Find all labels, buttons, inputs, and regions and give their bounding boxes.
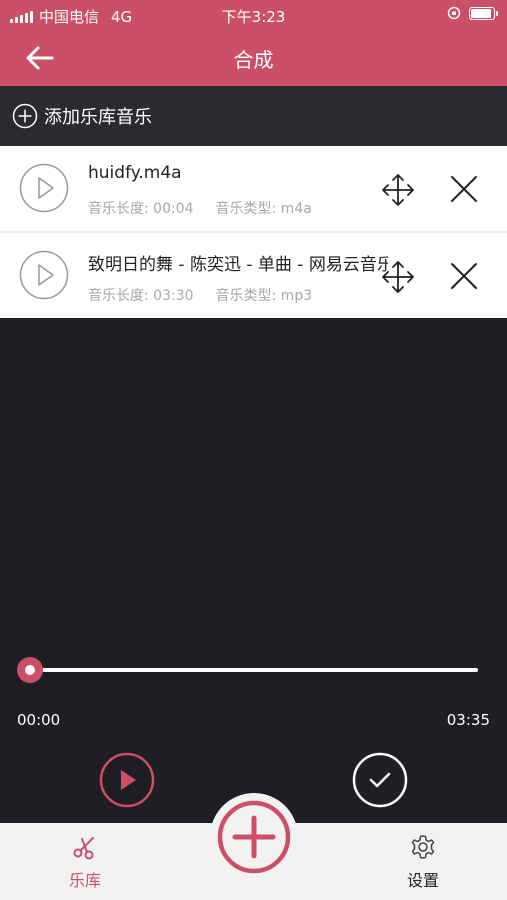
play-icon[interactable] xyxy=(19,163,69,213)
track-type: 音乐类型: m4a xyxy=(215,201,312,217)
status-time: 下午3:23 xyxy=(221,8,286,26)
close-icon[interactable] xyxy=(447,259,481,293)
track-length: 音乐长度: 03:30 xyxy=(88,288,194,304)
play-icon[interactable] xyxy=(19,250,69,300)
move-icon[interactable] xyxy=(380,259,416,295)
add-button[interactable] xyxy=(215,798,293,876)
scissors-icon xyxy=(73,837,94,860)
progress-slider[interactable] xyxy=(17,657,478,683)
track-item: 致明日的舞 - 陈奕迅 - 单曲 - 网易云音乐 音乐长度: 03:30 音乐类型… xyxy=(0,233,507,318)
track-meta: 音乐长度: 00:04 音乐类型: m4a xyxy=(88,198,312,218)
track-meta: 音乐长度: 03:30 音乐类型: mp3 xyxy=(88,285,312,305)
add-library-music-button[interactable]: 添加乐库音乐 xyxy=(0,86,507,146)
confirm-button[interactable] xyxy=(352,752,408,808)
track-length: 音乐长度: 00:04 xyxy=(88,201,194,217)
progress-knob[interactable] xyxy=(17,657,43,683)
battery-icon xyxy=(469,6,498,20)
move-icon[interactable] xyxy=(380,172,416,208)
close-icon[interactable] xyxy=(447,172,481,206)
total-time: 03:35 xyxy=(446,711,490,729)
tab-settings[interactable]: 设置 xyxy=(383,833,463,891)
nav-bar: 合成 xyxy=(0,30,507,86)
tab-library[interactable]: 乐库 xyxy=(45,833,125,891)
track-name: huidfy.m4a xyxy=(88,163,182,183)
play-button[interactable] xyxy=(99,752,155,808)
orientation-lock-icon xyxy=(447,6,461,20)
add-library-music-label: 添加乐库音乐 xyxy=(44,107,152,128)
track-item: huidfy.m4a 音乐长度: 00:04 音乐类型: m4a xyxy=(0,146,507,231)
plus-circle-icon xyxy=(12,103,38,129)
status-right xyxy=(447,6,498,20)
tab-library-label: 乐库 xyxy=(68,871,101,890)
tab-settings-label: 设置 xyxy=(406,871,439,890)
track-type: 音乐类型: mp3 xyxy=(215,288,313,304)
status-bar: 中国电信 4G 下午3:23 xyxy=(0,0,507,30)
gear-icon xyxy=(411,835,435,859)
current-time: 00:00 xyxy=(17,711,61,729)
page-title: 合成 xyxy=(233,48,274,72)
track-name: 致明日的舞 - 陈奕迅 - 单曲 - 网易云音乐 xyxy=(88,255,388,275)
